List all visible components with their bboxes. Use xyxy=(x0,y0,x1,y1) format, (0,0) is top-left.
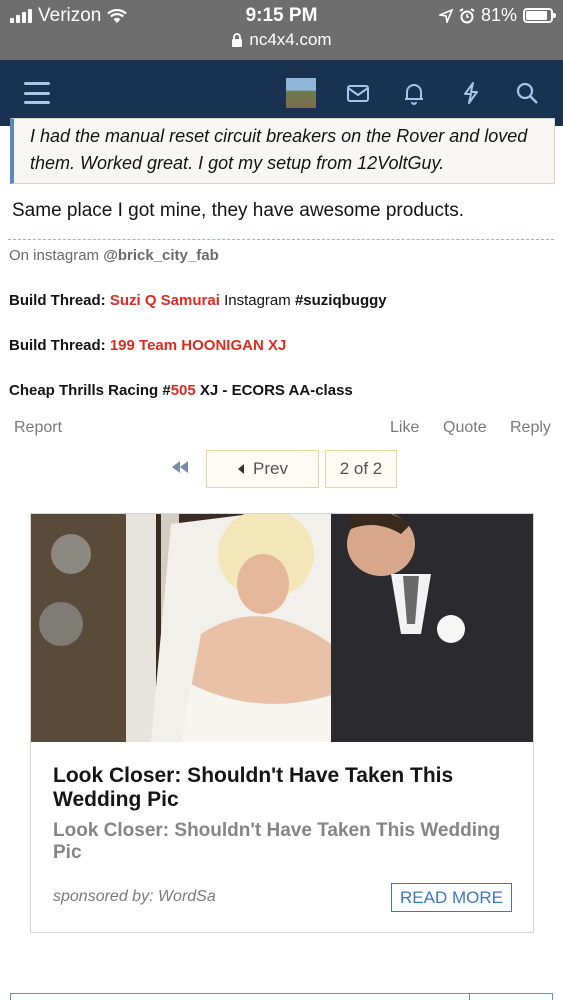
post-message: Same place I got mine, they have awesome… xyxy=(12,200,465,221)
signature-racing: Cheap Thrills Racing #505 XJ - ECORS AA-… xyxy=(9,382,353,399)
next-content-edge xyxy=(10,993,553,1000)
status-icons: 81% xyxy=(438,5,556,26)
menu-icon[interactable] xyxy=(24,82,50,104)
ad-title[interactable]: Look Closer: Shouldn't Have Taken This W… xyxy=(53,764,523,812)
location-icon xyxy=(438,8,453,23)
link-suzi-q-samurai[interactable]: Suzi Q Samurai xyxy=(110,292,220,309)
first-page-icon[interactable] xyxy=(170,460,190,474)
link-hoonigan-xj[interactable]: 199 Team HOONIGAN XJ xyxy=(110,337,286,354)
whats-new-icon[interactable] xyxy=(458,80,484,106)
signature-divider xyxy=(8,239,554,240)
status-bar: Verizon 9:15 PM 81% nc4x4.com xyxy=(0,0,563,60)
reply-link[interactable]: Reply xyxy=(510,419,551,437)
inbox-icon[interactable] xyxy=(345,80,371,106)
search-icon[interactable] xyxy=(514,80,540,106)
link-505[interactable]: 505 xyxy=(171,382,196,399)
signature-build-thread-1: Build Thread: Suzi Q Samurai Instagram #… xyxy=(9,292,387,309)
report-link[interactable]: Report xyxy=(14,419,62,437)
instagram-handle: @brick_city_fab xyxy=(103,247,219,264)
avatar[interactable] xyxy=(286,78,316,108)
lock-icon xyxy=(232,33,243,47)
url-bar[interactable]: nc4x4.com xyxy=(0,30,563,50)
signature-build-thread-2: Build Thread: 199 Team HOONIGAN XJ xyxy=(9,337,287,354)
ad-subtitle[interactable]: Look Closer: Shouldn't Have Taken This W… xyxy=(53,820,523,864)
page-indicator[interactable]: 2 of 2 xyxy=(325,450,397,488)
ad-photo xyxy=(31,514,533,742)
caret-left-icon xyxy=(238,464,245,474)
hashtag-suziqbuggy[interactable]: #suziqbuggy xyxy=(295,292,387,309)
ad-image[interactable] xyxy=(31,514,533,742)
bell-icon[interactable] xyxy=(401,80,427,106)
read-more-button[interactable]: READ MORE xyxy=(391,883,512,912)
ad-sponsor: sponsored by: WordSa xyxy=(53,888,216,905)
battery-icon xyxy=(523,8,556,23)
signature-instagram: On instagram @brick_city_fab xyxy=(9,247,219,264)
prev-page-button[interactable]: Prev xyxy=(206,450,319,488)
like-link[interactable]: Like xyxy=(390,419,419,437)
quote-link[interactable]: Quote xyxy=(443,419,487,437)
quote-block: I had the manual reset circuit breakers … xyxy=(10,118,555,184)
battery-percent: 81% xyxy=(480,5,517,25)
alarm-icon xyxy=(459,7,475,23)
url-text: nc4x4.com xyxy=(249,30,332,49)
quote-text: I had the manual reset circuit breakers … xyxy=(30,126,528,173)
sponsored-ad[interactable]: Look Closer: Shouldn't Have Taken This W… xyxy=(30,513,534,933)
